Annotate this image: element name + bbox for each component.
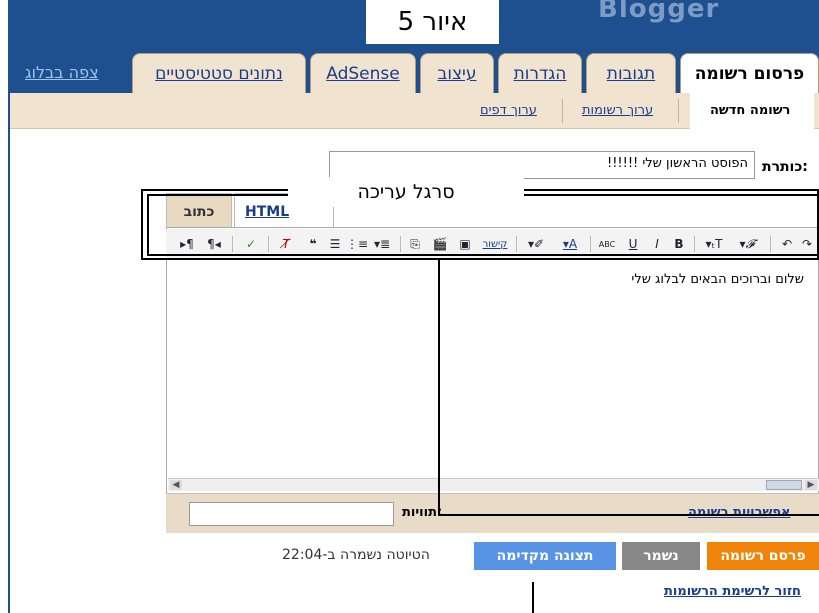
subtab-edit-posts[interactable]: ערוך רשומות	[582, 103, 653, 118]
brand-logo: Blogger	[598, 0, 720, 24]
subtab-divider	[678, 99, 679, 123]
post-options-link[interactable]: אפשרויות רשומה	[688, 505, 790, 520]
draft-status: הטיוטה נשמרה ב-22:04	[282, 547, 430, 563]
callout-line-vertical	[438, 260, 440, 515]
tab-create-post[interactable]: פרסום רשומה	[680, 53, 819, 93]
back-to-posts-link[interactable]: חזור לרשימת הרשומות	[664, 584, 801, 599]
main-tabs: פרסום רשומה תגובות הגדרות עיצוב AdSense …	[8, 45, 819, 93]
subtab-divider	[562, 99, 563, 123]
tab-adsense[interactable]: AdSense	[310, 53, 416, 93]
editor-body-text[interactable]: שלום וברוכים הבאים לבלוג שלי	[169, 272, 814, 287]
post-title-input[interactable]: הפוסט הראשון שלי !!!!!!	[329, 151, 755, 179]
tab-settings[interactable]: הגדרות	[498, 53, 582, 93]
subtab-new-post[interactable]: רשומה חדשה	[710, 103, 790, 118]
callout-line-preview	[532, 582, 534, 613]
blogger-post-editor: Blogger פרסום רשומה תגובות הגדרות עיצוב …	[0, 0, 819, 613]
publish-button[interactable]: פרסם רשומה	[707, 542, 819, 570]
callout-label: סרגל עריכה	[288, 177, 524, 207]
scroll-right-icon[interactable]: ▶	[805, 480, 817, 490]
scroll-thumb[interactable]	[766, 480, 802, 490]
tab-design[interactable]: עיצוב	[420, 53, 494, 93]
scroll-left-icon[interactable]: ◀	[170, 480, 182, 490]
title-label: כותרת:	[762, 159, 808, 175]
callout-line-bottom	[438, 514, 819, 516]
saved-button[interactable]: נשמר	[622, 542, 700, 570]
subtab-edit-pages[interactable]: ערוך דפים	[480, 103, 537, 118]
subtabs: רשומה חדשה ערוך רשומות ערוך דפים	[10, 93, 819, 129]
figure-caption: איור 5	[366, 0, 499, 44]
labels-label: תוויות:	[402, 505, 442, 520]
tab-statistics[interactable]: נתונים סטטיסטיים	[132, 53, 306, 93]
view-blog-link[interactable]: צפה בבלוג	[25, 63, 99, 82]
horizontal-scrollbar[interactable]: ◀ ▶	[168, 478, 819, 491]
left-border	[8, 0, 10, 613]
labels-input[interactable]	[189, 502, 394, 526]
tab-comments[interactable]: תגובות	[586, 53, 676, 93]
preview-button[interactable]: תצוגה מקדימה	[474, 542, 616, 570]
